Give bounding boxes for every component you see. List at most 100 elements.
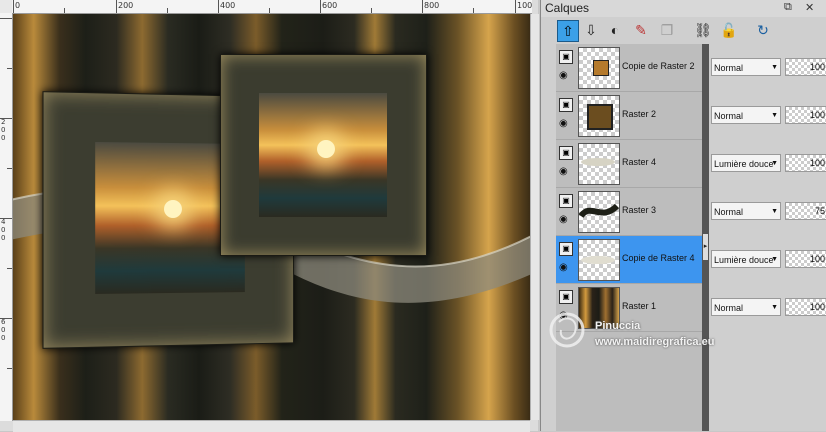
layer-name: Raster 4 xyxy=(622,157,657,167)
ruler-left-label: 0 xyxy=(1,134,6,142)
eye-icon[interactable]: ◉ xyxy=(559,71,571,81)
chevron-down-icon: ▼ xyxy=(771,256,778,263)
blend-mode-value: Lumière douce xyxy=(714,159,774,169)
horizontal-scrollbar[interactable] xyxy=(13,420,530,432)
blend-mode-value: Lumière douce xyxy=(714,255,774,265)
close-icon[interactable]: ✕ xyxy=(805,1,814,14)
ruler-left-label: 6 xyxy=(1,318,6,326)
ruler-tick xyxy=(473,8,474,13)
opacity-field[interactable]: 100 xyxy=(785,58,826,76)
blend-mode-select[interactable]: Lumière douce ▼ xyxy=(711,250,781,268)
ruler-left-label: 0 xyxy=(1,226,6,234)
ruler-tick xyxy=(269,8,270,13)
canvas-area: 0 200 400 600 800 1000 2 0 0 4 0 0 6 0 0 xyxy=(0,0,539,432)
layer-type-icon[interactable]: ▣ xyxy=(559,98,573,112)
sun-icon xyxy=(163,199,182,219)
ruler-left: 2 0 0 4 0 0 6 0 0 xyxy=(0,13,13,421)
layer-props-row: Normal ▼ 75 xyxy=(709,188,826,235)
move-layer-up-icon[interactable]: ⇧ xyxy=(557,20,579,42)
layer-type-icon[interactable]: ▣ xyxy=(559,290,573,304)
wave-thumbnail xyxy=(579,203,619,219)
ruler-tick xyxy=(7,368,12,369)
eye-icon[interactable]: ◉ xyxy=(559,167,571,177)
blend-mode-value: Normal xyxy=(714,63,744,73)
ruler-tick xyxy=(7,268,12,269)
layer-type-icon[interactable]: ▣ xyxy=(559,146,573,160)
layer-thumbnail xyxy=(578,47,620,89)
layer-thumbnail xyxy=(578,239,620,281)
ruler-tick xyxy=(0,318,12,319)
ruler-top-label: 800 xyxy=(424,1,440,10)
link-icon[interactable]: ⛓ xyxy=(693,20,713,40)
ruler-top-label: 200 xyxy=(118,1,134,10)
layer-name: Copie de Raster 2 xyxy=(622,61,695,71)
ruler-tick xyxy=(218,0,219,13)
image-canvas[interactable] xyxy=(13,14,530,420)
vertical-scrollbar[interactable] xyxy=(530,14,539,420)
watermark: Pinuccia www.maidiregrafica.eu xyxy=(545,306,785,366)
ruler-tick xyxy=(7,68,12,69)
ruler-tick xyxy=(167,8,168,13)
ruler-tick xyxy=(7,168,12,169)
opacity-value: 100 xyxy=(809,302,825,312)
ruler-top-label: 0 xyxy=(15,1,21,10)
layer-row[interactable]: ▣ ◉ Raster 3 xyxy=(556,188,702,236)
lock-icon[interactable]: 🔓 xyxy=(719,20,739,40)
ruler-tick xyxy=(320,0,321,13)
layers-toolbar: ⇧ ⇩ ◐ ✎ ❐ ⛓ 🔓 ↻ xyxy=(541,18,826,42)
opacity-field[interactable]: 100 xyxy=(785,106,826,124)
layers-list: ▣ ◉ Copie de Raster 2 ▣ ◉ Raster 2 ▣ ◉ R… xyxy=(556,44,702,431)
chevron-right-icon[interactable]: ▸ xyxy=(703,234,708,260)
new-mask-icon[interactable]: ◐ xyxy=(605,20,625,40)
ruler-left-label: 0 xyxy=(1,234,6,242)
layer-name: Raster 3 xyxy=(622,205,657,215)
edit-selection-icon[interactable]: ✎ xyxy=(631,20,651,40)
layer-row[interactable]: ▣ ◉ Raster 4 xyxy=(556,140,702,188)
layer-row-selected[interactable]: ▣ ◉ Copie de Raster 4 xyxy=(556,236,702,284)
layer-thumbnail xyxy=(578,95,620,137)
panel-splitter[interactable]: ▸ xyxy=(702,44,709,431)
ruler-tick xyxy=(116,0,117,13)
blend-mode-value: Normal xyxy=(714,111,744,121)
ruler-left-label: 2 xyxy=(1,118,6,126)
blend-mode-select[interactable]: Normal ▼ xyxy=(711,58,781,76)
opacity-field[interactable]: 100 xyxy=(785,154,826,172)
panel-title: Calques xyxy=(545,1,590,15)
layer-name: Raster 2 xyxy=(622,109,657,119)
sun-icon xyxy=(316,140,335,159)
sunset-scene xyxy=(259,93,387,217)
move-layer-down-icon[interactable]: ⇩ xyxy=(581,20,601,40)
duplicate-layer-icon[interactable]: ❐ xyxy=(657,20,677,40)
layer-type-icon[interactable]: ▣ xyxy=(559,194,573,208)
blend-mode-select[interactable]: Lumière douce ▼ xyxy=(711,154,781,172)
refresh-icon[interactable]: ↻ xyxy=(753,20,773,40)
opacity-field[interactable]: 75 xyxy=(785,202,826,220)
ruler-tick xyxy=(515,0,516,13)
watermark-url: www.maidiregrafica.eu xyxy=(595,336,715,348)
layers-panel: Calques ⧉ ✕ ⇧ ⇩ ◐ ✎ ❐ ⛓ 🔓 ↻ ▣ ◉ Copie de… xyxy=(540,0,826,431)
restore-icon[interactable]: ⧉ xyxy=(784,1,792,14)
ruler-left-label: 0 xyxy=(1,334,6,342)
layer-props-row: Normal ▼ 100 xyxy=(709,92,826,139)
opacity-value: 75 xyxy=(814,206,825,216)
layer-row[interactable]: ▣ ◉ Raster 2 xyxy=(556,92,702,140)
ruler-tick xyxy=(0,118,12,119)
opacity-field[interactable]: 100 xyxy=(785,298,826,316)
watermark-author: Pinuccia xyxy=(595,320,641,332)
ruler-left-label: 0 xyxy=(1,326,6,334)
blend-mode-select[interactable]: Normal ▼ xyxy=(711,202,781,220)
layer-props-row: Lumière douce ▼ 100 xyxy=(709,236,826,283)
layer-type-icon[interactable]: ▣ xyxy=(559,242,573,256)
layer-type-icon[interactable]: ▣ xyxy=(559,50,573,64)
opacity-value: 100 xyxy=(809,62,825,72)
ruler-top-label: 400 xyxy=(220,1,236,10)
eye-icon[interactable]: ◉ xyxy=(559,119,571,129)
eye-icon[interactable]: ◉ xyxy=(559,215,571,225)
opacity-field[interactable]: 100 xyxy=(785,250,826,268)
layer-row[interactable]: ▣ ◉ Copie de Raster 2 xyxy=(556,44,702,92)
layer-thumbnail xyxy=(578,143,620,185)
blend-mode-select[interactable]: Normal ▼ xyxy=(711,106,781,124)
ruler-tick xyxy=(13,0,14,13)
eye-icon[interactable]: ◉ xyxy=(559,263,571,273)
ruler-left-label: 0 xyxy=(1,126,6,134)
